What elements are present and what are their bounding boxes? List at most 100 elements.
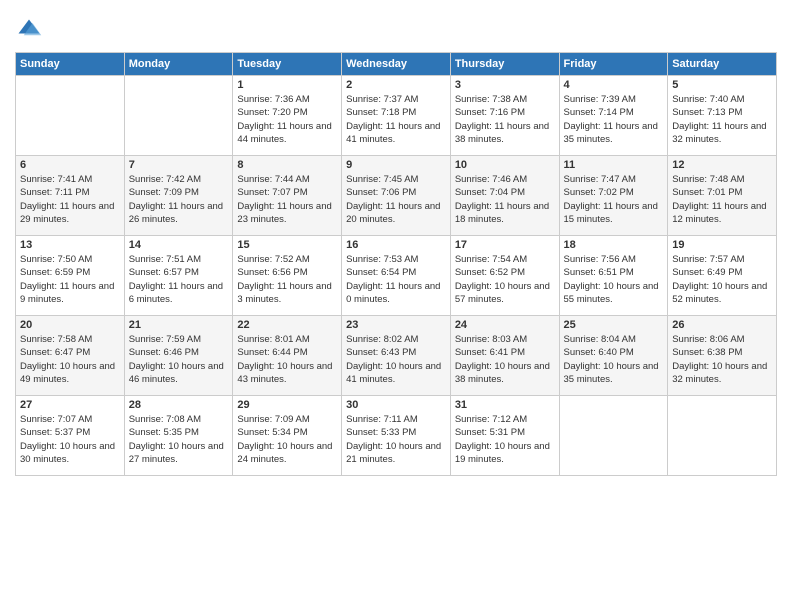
- day-header: Saturday: [668, 53, 777, 76]
- cell-info: Sunrise: 7:53 AMSunset: 6:54 PMDaylight:…: [346, 253, 446, 306]
- calendar-cell: 27 Sunrise: 7:07 AMSunset: 5:37 PMDaylig…: [16, 396, 125, 476]
- calendar-cell: 5 Sunrise: 7:40 AMSunset: 7:13 PMDayligh…: [668, 76, 777, 156]
- calendar-cell: 20 Sunrise: 7:58 AMSunset: 6:47 PMDaylig…: [16, 316, 125, 396]
- day-number: 13: [20, 239, 120, 251]
- day-number: 14: [129, 239, 229, 251]
- calendar-cell: 24 Sunrise: 8:03 AMSunset: 6:41 PMDaylig…: [450, 316, 559, 396]
- day-number: 8: [237, 159, 337, 171]
- day-number: 18: [564, 239, 664, 251]
- cell-info: Sunrise: 7:51 AMSunset: 6:57 PMDaylight:…: [129, 253, 229, 306]
- day-number: 9: [346, 159, 446, 171]
- cell-info: Sunrise: 7:12 AMSunset: 5:31 PMDaylight:…: [455, 413, 555, 466]
- day-header: Thursday: [450, 53, 559, 76]
- calendar-cell: 10 Sunrise: 7:46 AMSunset: 7:04 PMDaylig…: [450, 156, 559, 236]
- day-number: 4: [564, 79, 664, 91]
- calendar-cell: 28 Sunrise: 7:08 AMSunset: 5:35 PMDaylig…: [124, 396, 233, 476]
- calendar-cell: 9 Sunrise: 7:45 AMSunset: 7:06 PMDayligh…: [342, 156, 451, 236]
- cell-info: Sunrise: 7:44 AMSunset: 7:07 PMDaylight:…: [237, 173, 337, 226]
- cell-info: Sunrise: 7:36 AMSunset: 7:20 PMDaylight:…: [237, 93, 337, 146]
- cell-info: Sunrise: 7:59 AMSunset: 6:46 PMDaylight:…: [129, 333, 229, 386]
- cell-info: Sunrise: 7:45 AMSunset: 7:06 PMDaylight:…: [346, 173, 446, 226]
- cell-info: Sunrise: 8:06 AMSunset: 6:38 PMDaylight:…: [672, 333, 772, 386]
- day-number: 30: [346, 399, 446, 411]
- calendar-cell: 17 Sunrise: 7:54 AMSunset: 6:52 PMDaylig…: [450, 236, 559, 316]
- cell-info: Sunrise: 7:58 AMSunset: 6:47 PMDaylight:…: [20, 333, 120, 386]
- cell-info: Sunrise: 7:07 AMSunset: 5:37 PMDaylight:…: [20, 413, 120, 466]
- calendar-cell: 25 Sunrise: 8:04 AMSunset: 6:40 PMDaylig…: [559, 316, 668, 396]
- day-number: 11: [564, 159, 664, 171]
- day-number: 17: [455, 239, 555, 251]
- calendar-cell: [124, 76, 233, 156]
- day-header: Tuesday: [233, 53, 342, 76]
- cell-info: Sunrise: 7:48 AMSunset: 7:01 PMDaylight:…: [672, 173, 772, 226]
- calendar-cell: 12 Sunrise: 7:48 AMSunset: 7:01 PMDaylig…: [668, 156, 777, 236]
- day-number: 27: [20, 399, 120, 411]
- calendar-cell: 18 Sunrise: 7:56 AMSunset: 6:51 PMDaylig…: [559, 236, 668, 316]
- cell-info: Sunrise: 7:54 AMSunset: 6:52 PMDaylight:…: [455, 253, 555, 306]
- cell-info: Sunrise: 7:37 AMSunset: 7:18 PMDaylight:…: [346, 93, 446, 146]
- calendar-cell: 2 Sunrise: 7:37 AMSunset: 7:18 PMDayligh…: [342, 76, 451, 156]
- calendar-cell: 19 Sunrise: 7:57 AMSunset: 6:49 PMDaylig…: [668, 236, 777, 316]
- day-number: 15: [237, 239, 337, 251]
- day-number: 16: [346, 239, 446, 251]
- day-number: 7: [129, 159, 229, 171]
- calendar-week: 20 Sunrise: 7:58 AMSunset: 6:47 PMDaylig…: [16, 316, 777, 396]
- day-header: Sunday: [16, 53, 125, 76]
- day-header: Wednesday: [342, 53, 451, 76]
- cell-info: Sunrise: 7:09 AMSunset: 5:34 PMDaylight:…: [237, 413, 337, 466]
- day-number: 23: [346, 319, 446, 331]
- cell-info: Sunrise: 7:52 AMSunset: 6:56 PMDaylight:…: [237, 253, 337, 306]
- cell-info: Sunrise: 8:04 AMSunset: 6:40 PMDaylight:…: [564, 333, 664, 386]
- day-number: 24: [455, 319, 555, 331]
- cell-info: Sunrise: 7:50 AMSunset: 6:59 PMDaylight:…: [20, 253, 120, 306]
- day-number: 26: [672, 319, 772, 331]
- calendar-cell: 31 Sunrise: 7:12 AMSunset: 5:31 PMDaylig…: [450, 396, 559, 476]
- calendar-table: SundayMondayTuesdayWednesdayThursdayFrid…: [15, 52, 777, 476]
- calendar-week: 1 Sunrise: 7:36 AMSunset: 7:20 PMDayligh…: [16, 76, 777, 156]
- day-number: 21: [129, 319, 229, 331]
- cell-info: Sunrise: 7:41 AMSunset: 7:11 PMDaylight:…: [20, 173, 120, 226]
- calendar-cell: 3 Sunrise: 7:38 AMSunset: 7:16 PMDayligh…: [450, 76, 559, 156]
- day-number: 25: [564, 319, 664, 331]
- day-number: 12: [672, 159, 772, 171]
- calendar-cell: 21 Sunrise: 7:59 AMSunset: 6:46 PMDaylig…: [124, 316, 233, 396]
- calendar-cell: 23 Sunrise: 8:02 AMSunset: 6:43 PMDaylig…: [342, 316, 451, 396]
- day-number: 29: [237, 399, 337, 411]
- calendar-cell: 15 Sunrise: 7:52 AMSunset: 6:56 PMDaylig…: [233, 236, 342, 316]
- day-number: 6: [20, 159, 120, 171]
- cell-info: Sunrise: 7:40 AMSunset: 7:13 PMDaylight:…: [672, 93, 772, 146]
- calendar-week: 13 Sunrise: 7:50 AMSunset: 6:59 PMDaylig…: [16, 236, 777, 316]
- day-number: 2: [346, 79, 446, 91]
- day-number: 20: [20, 319, 120, 331]
- calendar-cell: 11 Sunrise: 7:47 AMSunset: 7:02 PMDaylig…: [559, 156, 668, 236]
- calendar-cell: 7 Sunrise: 7:42 AMSunset: 7:09 PMDayligh…: [124, 156, 233, 236]
- calendar-cell: 22 Sunrise: 8:01 AMSunset: 6:44 PMDaylig…: [233, 316, 342, 396]
- day-header: Monday: [124, 53, 233, 76]
- day-number: 3: [455, 79, 555, 91]
- cell-info: Sunrise: 7:46 AMSunset: 7:04 PMDaylight:…: [455, 173, 555, 226]
- calendar-cell: 13 Sunrise: 7:50 AMSunset: 6:59 PMDaylig…: [16, 236, 125, 316]
- calendar-cell: 8 Sunrise: 7:44 AMSunset: 7:07 PMDayligh…: [233, 156, 342, 236]
- cell-info: Sunrise: 7:56 AMSunset: 6:51 PMDaylight:…: [564, 253, 664, 306]
- cell-info: Sunrise: 7:39 AMSunset: 7:14 PMDaylight:…: [564, 93, 664, 146]
- calendar-cell: 4 Sunrise: 7:39 AMSunset: 7:14 PMDayligh…: [559, 76, 668, 156]
- day-header: Friday: [559, 53, 668, 76]
- calendar-cell: 1 Sunrise: 7:36 AMSunset: 7:20 PMDayligh…: [233, 76, 342, 156]
- day-number: 19: [672, 239, 772, 251]
- cell-info: Sunrise: 8:02 AMSunset: 6:43 PMDaylight:…: [346, 333, 446, 386]
- calendar-cell: 30 Sunrise: 7:11 AMSunset: 5:33 PMDaylig…: [342, 396, 451, 476]
- cell-info: Sunrise: 8:03 AMSunset: 6:41 PMDaylight:…: [455, 333, 555, 386]
- cell-info: Sunrise: 7:11 AMSunset: 5:33 PMDaylight:…: [346, 413, 446, 466]
- day-number: 1: [237, 79, 337, 91]
- calendar-cell: 14 Sunrise: 7:51 AMSunset: 6:57 PMDaylig…: [124, 236, 233, 316]
- calendar-cell: [16, 76, 125, 156]
- calendar-cell: 26 Sunrise: 8:06 AMSunset: 6:38 PMDaylig…: [668, 316, 777, 396]
- calendar-week: 6 Sunrise: 7:41 AMSunset: 7:11 PMDayligh…: [16, 156, 777, 236]
- cell-info: Sunrise: 7:38 AMSunset: 7:16 PMDaylight:…: [455, 93, 555, 146]
- day-number: 10: [455, 159, 555, 171]
- day-number: 22: [237, 319, 337, 331]
- calendar-cell: 29 Sunrise: 7:09 AMSunset: 5:34 PMDaylig…: [233, 396, 342, 476]
- calendar-cell: 16 Sunrise: 7:53 AMSunset: 6:54 PMDaylig…: [342, 236, 451, 316]
- cell-info: Sunrise: 7:57 AMSunset: 6:49 PMDaylight:…: [672, 253, 772, 306]
- calendar-cell: [668, 396, 777, 476]
